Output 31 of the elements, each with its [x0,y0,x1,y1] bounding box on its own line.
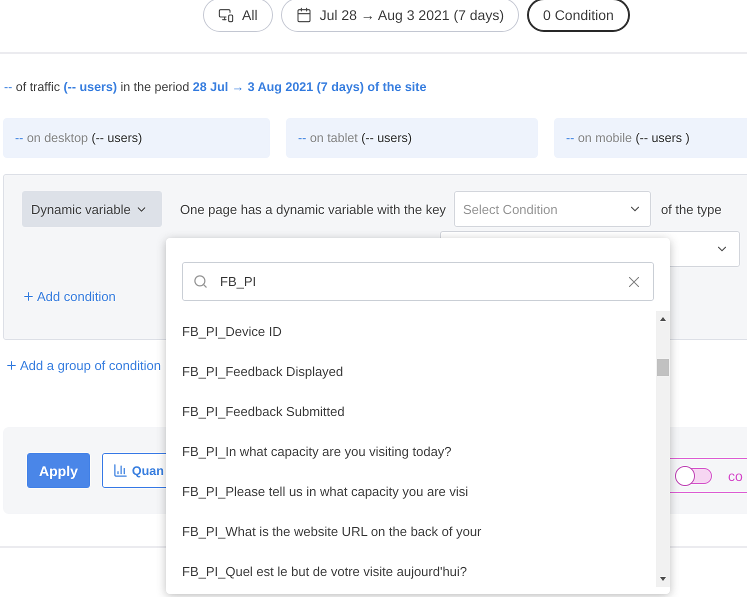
filter-pill[interactable]: 0 Condition [527,0,630,32]
search-icon [193,274,208,289]
filter-pill[interactable]: Jul 28 → Aug 3 2021 (7 days) [280,0,520,32]
search-input[interactable]: FB_PI [218,273,615,290]
dropdown-option[interactable]: FB_PI_Device ID [182,311,654,351]
condition-type-dropdown[interactable]: Dynamic variable [22,191,162,227]
device-stat-card: -- on desktop (-- users) [3,118,270,158]
type-label: of the type [660,202,722,216]
filter-pill[interactable]: All [203,0,273,32]
dropdown-option[interactable]: FB_PI_In what capacity are you visiting today? [182,431,654,471]
plus-icon [22,290,35,303]
apply-button[interactable]: Apply [27,453,90,488]
add-group-link[interactable]: Add a group of condition [5,358,161,373]
dropdown-option[interactable]: FB_PI_Feedback Submitted [182,391,654,431]
search-field[interactable]: FB_PI [182,262,654,301]
dropdown-option[interactable]: FB_PI_Feedback Displayed [182,351,654,391]
laptop-phone-icon [218,7,234,23]
condition-sentence: One page has a dynamic variable with the key [180,202,446,216]
traffic-summary: -- of traffic (-- users) in the period 28 Jul → 3 Aug 2021 (7 days) of the site [4,80,428,94]
scrollbar-icon[interactable] [656,311,670,587]
bar-chart-icon [112,463,128,478]
add-condition-link[interactable]: Add condition [22,289,116,304]
dropdown-option[interactable]: FB_PI_Quel est le but de votre visite aujourd'hui? [182,551,654,591]
toggle-label: co [728,468,743,484]
plus-icon [5,359,18,372]
device-stat-card: -- on tablet (-- users) [286,118,538,158]
calendar-icon [296,7,312,23]
dropdown-option[interactable]: FB_PI_Please tell us in what capacity you are visi [182,471,654,511]
dropdown-option[interactable]: FB_PI_What is the website URL on the back of your [182,511,654,551]
toggle-switch[interactable] [676,468,712,484]
device-stat-card: -- on mobile (-- users ) [554,118,747,158]
